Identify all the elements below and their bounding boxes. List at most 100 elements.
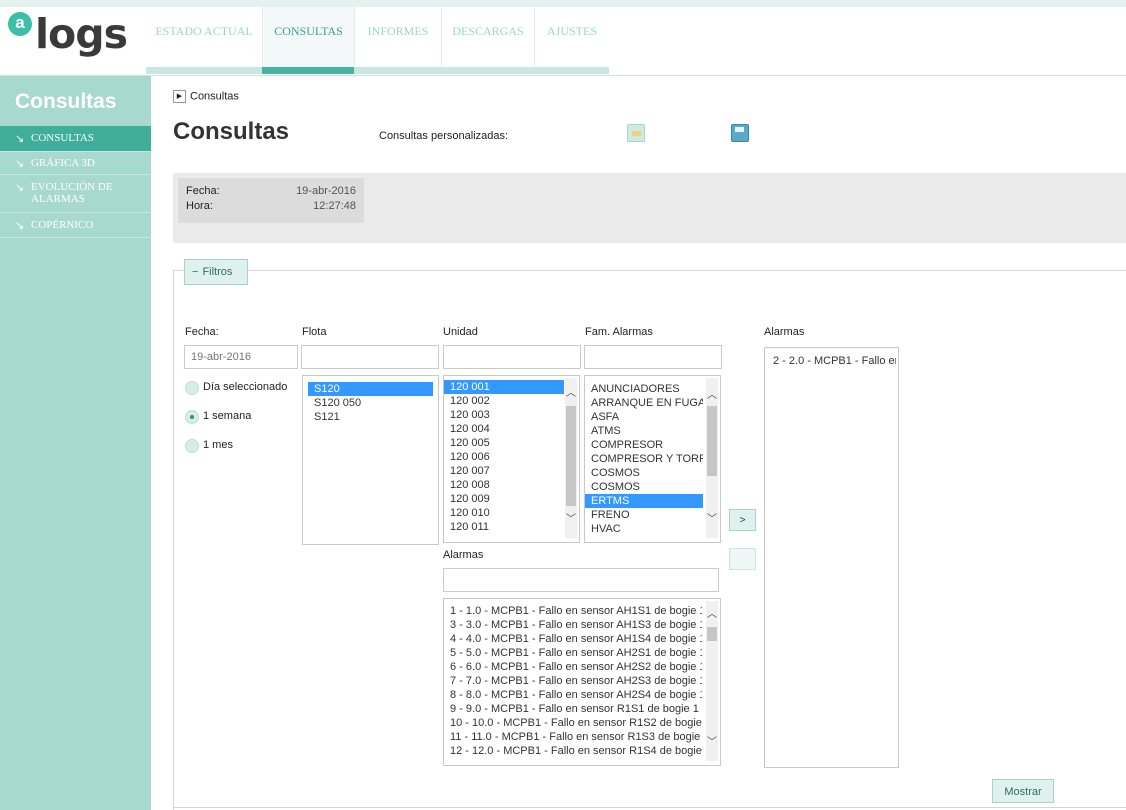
list-item[interactable]: 11 - 11.0 - MCPB1 - Fallo en sensor R1S3… <box>444 730 702 744</box>
fam-alarmas-search-input[interactable] <box>584 345 722 369</box>
sidebar-item-copernico[interactable]: ↘ COPÉRNICO <box>0 213 151 238</box>
sidebar-item-consultas[interactable]: ↘ CONSULTAS <box>0 126 151 152</box>
radio-dia-seleccionado-label: Día seleccionado <box>203 381 288 393</box>
sidebar-title: Consultas <box>15 90 117 113</box>
alarmas-scrollbar[interactable]: ︿ ﹀ <box>706 601 718 761</box>
list-item[interactable]: 120 011 <box>444 520 564 534</box>
list-item[interactable]: 10 - 10.0 - MCPB1 - Fallo en sensor R1S2… <box>444 716 702 730</box>
tab-informes[interactable]: INFORMES <box>355 7 441 67</box>
chevron-up-icon[interactable]: ︿ <box>565 388 577 400</box>
chevron-up-icon[interactable]: ︿ <box>706 609 718 621</box>
flota-label: Flota <box>302 326 327 338</box>
list-item[interactable]: 120 009 <box>444 492 564 506</box>
list-item[interactable]: HVAC <box>585 522 703 536</box>
list-item[interactable]: 120 001 <box>444 380 564 394</box>
list-item[interactable]: 7 - 7.0 - MCPB1 - Fallo en sensor AH2S3 … <box>444 674 702 688</box>
alarmas-selected-label: Alarmas <box>764 326 805 338</box>
flota-list[interactable]: S120 S120 050 S121 <box>302 375 439 545</box>
fecha-value: 19-abr-2016 <box>296 185 356 197</box>
tab-estado-actual[interactable]: ESTADO ACTUAL <box>146 7 262 67</box>
unidad-search-input[interactable] <box>443 345 581 369</box>
sidebar: Consultas ↘ CONSULTAS ↘ GRÁFICA 3D ↘ EVO… <box>0 76 151 810</box>
radio-dia-seleccionado[interactable] <box>185 381 199 395</box>
list-item[interactable]: 9 - 9.0 - MCPB1 - Fallo en sensor R1S1 d… <box>444 702 702 716</box>
list-item[interactable]: 2 - 2.0 - MCPB1 - Fallo en <box>767 354 896 368</box>
list-item[interactable]: S121 <box>308 410 433 424</box>
list-item[interactable]: ATMS <box>585 424 703 438</box>
remove-alarm-button[interactable]: < <box>729 548 756 570</box>
date-box: Fecha: 19-abr-2016 Hora: 12:27:48 <box>178 178 364 223</box>
list-item[interactable]: 4 - 4.0 - MCPB1 - Fallo en sensor AH1S4 … <box>444 632 702 646</box>
hora-label: Hora: <box>186 200 213 212</box>
list-item[interactable]: ERTMS <box>585 494 703 508</box>
arrow-icon: ↘ <box>15 158 25 170</box>
list-item[interactable]: COSMOS <box>585 480 703 494</box>
list-item[interactable]: 6 - 6.0 - MCPB1 - Fallo en sensor AH2S2 … <box>444 660 702 674</box>
list-item[interactable]: 120 002 <box>444 394 564 408</box>
list-item[interactable]: S120 <box>308 382 433 396</box>
alarmas-search-input[interactable] <box>443 568 719 592</box>
radio-1-semana-label: 1 semana <box>203 410 252 422</box>
filter-panel-bottom <box>173 807 1126 808</box>
chevron-down-icon[interactable]: ﹀ <box>565 514 577 526</box>
logo[interactable]: a logs <box>8 10 128 60</box>
unidad-label: Unidad <box>443 326 478 338</box>
chevron-down-icon[interactable]: ﹀ <box>706 737 718 749</box>
list-item[interactable]: 12 - 12.0 - MCPB1 - Fallo en sensor R1S4… <box>444 744 702 758</box>
tab-descargas[interactable]: DESCARGAS <box>442 7 534 67</box>
sidebar-item-evolucion-alarmas[interactable]: ↘ EVOLUCIÓN DE ALARMAS <box>0 175 151 213</box>
list-item[interactable]: ANUNCIADORES <box>585 382 703 396</box>
list-item[interactable]: 3 - 3.0 - MCPB1 - Fallo en sensor AH1S3 … <box>444 618 702 632</box>
list-item[interactable]: S120 050 <box>308 396 433 410</box>
list-item[interactable]: 120 008 <box>444 478 564 492</box>
list-item[interactable]: 120 006 <box>444 450 564 464</box>
mostrar-button[interactable]: Mostrar <box>992 779 1054 803</box>
tab-ajustes[interactable]: AJUSTES <box>535 7 609 67</box>
tab-consultas[interactable]: CONSULTAS <box>263 7 354 67</box>
filter-panel-top <box>173 270 1126 271</box>
alarmas-selected-list[interactable]: 2 - 2.0 - MCPB1 - Fallo en <box>764 347 899 768</box>
hora-value: 12:27:48 <box>313 200 356 212</box>
radio-1-semana[interactable] <box>185 410 199 424</box>
fecha-input[interactable] <box>184 345 298 369</box>
fam-alarmas-label: Fam. Alarmas <box>585 326 653 338</box>
arrow-icon: ↘ <box>15 182 25 194</box>
list-item[interactable]: 5 - 5.0 - MCPB1 - Fallo en sensor AH2S1 … <box>444 646 702 660</box>
list-item[interactable]: COSMOS <box>585 466 703 480</box>
logo-mark: a <box>8 12 32 36</box>
add-alarm-button[interactable]: > <box>729 509 756 531</box>
list-item[interactable]: 120 010 <box>444 506 564 520</box>
chevron-down-icon[interactable]: ﹀ <box>706 514 718 526</box>
list-item[interactable]: 120 005 <box>444 436 564 450</box>
list-item[interactable]: 1 - 1.0 - MCPB1 - Fallo en sensor AH1S1 … <box>444 604 702 618</box>
list-item[interactable]: 120 004 <box>444 422 564 436</box>
save-icon[interactable] <box>731 124 749 142</box>
arrow-icon: ↘ <box>15 133 25 145</box>
list-item[interactable]: 120 003 <box>444 408 564 422</box>
list-item[interactable]: COMPRESOR <box>585 438 703 452</box>
custom-queries-label: Consultas personalizadas: <box>379 130 509 142</box>
breadcrumb: ▶ Consultas <box>173 90 239 103</box>
list-item[interactable]: ASFA <box>585 410 703 424</box>
unidad-scrollbar[interactable]: ︿ ﹀ <box>565 378 577 538</box>
list-item[interactable]: FRENO <box>585 508 703 522</box>
chevron-up-icon[interactable]: ︿ <box>706 390 718 402</box>
breadcrumb-label[interactable]: Consultas <box>190 90 239 102</box>
fam-alarmas-list[interactable]: ANUNCIADORES ARRANQUE EN FUGA CO ASFA AT… <box>584 375 721 543</box>
radio-1-mes[interactable] <box>185 439 199 453</box>
nav-underline <box>146 67 609 74</box>
sidebar-item-grafica-3d[interactable]: ↘ GRÁFICA 3D <box>0 152 151 175</box>
list-item[interactable]: COMPRESOR Y TORRES <box>585 452 703 466</box>
folder-icon[interactable] <box>627 124 645 142</box>
alarmas-source-list[interactable]: 1 - 1.0 - MCPB1 - Fallo en sensor AH1S1 … <box>443 598 721 766</box>
filtros-toggle-button[interactable]: − Filtros <box>184 259 248 285</box>
list-item[interactable]: ARRANQUE EN FUGA CO <box>585 396 703 410</box>
unidad-list[interactable]: 120 001 120 002 120 003 120 004 120 005 … <box>443 375 580 543</box>
play-icon: ▶ <box>173 90 186 103</box>
fecha-filter-label: Fecha: <box>185 326 219 338</box>
list-item[interactable]: 120 007 <box>444 464 564 478</box>
flota-search-input[interactable] <box>301 345 439 369</box>
page-title: Consultas <box>173 118 290 145</box>
list-item[interactable]: 8 - 8.0 - MCPB1 - Fallo en sensor AH2S4 … <box>444 688 702 702</box>
fam-alarmas-scrollbar[interactable]: ︿ ﹀ <box>706 378 718 538</box>
